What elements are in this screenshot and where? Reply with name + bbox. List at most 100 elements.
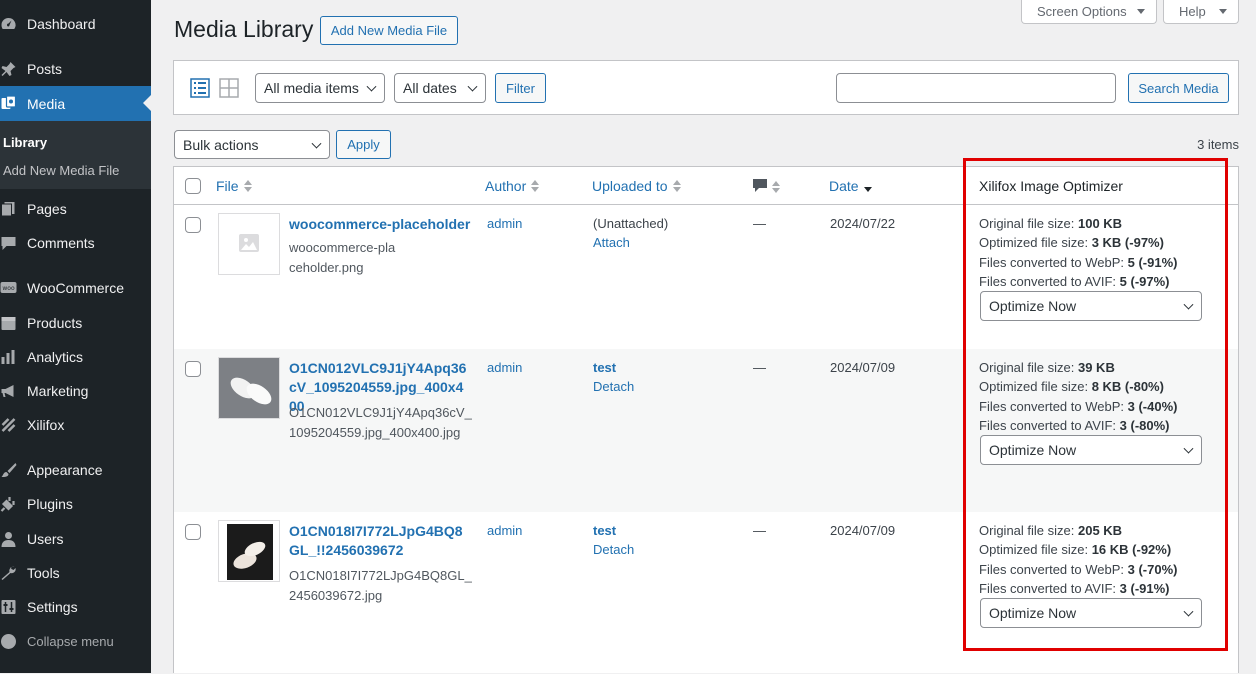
row-checkbox[interactable]	[185, 217, 201, 233]
sort-icon	[772, 181, 780, 193]
date-select[interactable]: All dates	[394, 73, 486, 103]
detach-link[interactable]: Detach	[593, 540, 634, 559]
pages-icon	[1, 202, 15, 217]
shoe-image	[219, 521, 279, 581]
column-xilifox-optimizer: Xilifox Image Optimizer	[979, 178, 1123, 194]
avif-line: Files converted to AVIF: 5 (-97%)	[979, 272, 1219, 291]
placeholder-thumbnail[interactable]	[218, 213, 280, 275]
menu-label: Appearance	[27, 462, 103, 478]
webp-value: 3 (-70%)	[1127, 561, 1178, 577]
author-link[interactable]: admin	[487, 521, 522, 540]
menu-item-pages[interactable]: Pages	[0, 192, 151, 226]
optimized-size-line: Optimized file size: 8 KB (-80%)	[979, 377, 1219, 396]
menu-item-woocommerce[interactable]: woo WooCommerce	[0, 271, 151, 305]
menu-label: Tools	[27, 565, 60, 581]
column-comments[interactable]	[753, 179, 780, 195]
attach-link[interactable]: Attach	[593, 233, 630, 252]
avif-value: 3 (-91%)	[1119, 580, 1170, 596]
shoes-thumbnail[interactable]	[218, 357, 280, 419]
dashboard-icon	[1, 17, 16, 29]
list-view-icon[interactable]	[190, 78, 210, 98]
column-date[interactable]: Date	[829, 178, 872, 194]
table-row: woocommerce-placeholder woocommerce-plac…	[174, 205, 1238, 349]
brush-icon	[1, 463, 17, 477]
table-row: O1CN018I7I772LJpG4BQ8GL_!!2456039672 O1C…	[174, 512, 1238, 674]
shoes-thumbnail[interactable]	[218, 520, 280, 582]
upload-date: 2024/07/09	[830, 523, 896, 538]
add-new-media-button[interactable]: Add New Media File	[320, 16, 458, 45]
optimizer-stats: Original file size: 39 KB Optimized file…	[979, 358, 1219, 435]
column-uploaded-to[interactable]: Uploaded to	[592, 178, 681, 194]
sort-desc-icon	[863, 180, 872, 192]
apply-button[interactable]: Apply	[336, 130, 391, 159]
comments-icon	[1, 237, 16, 250]
media-table: File Author Uploaded to Date Xilifox Ima…	[173, 166, 1239, 673]
column-author[interactable]: Author	[485, 178, 540, 194]
menu-item-tools[interactable]: Tools	[0, 556, 151, 590]
menu-item-appearance[interactable]: Appearance	[0, 453, 151, 487]
avif-line: Files converted to AVIF: 3 (-91%)	[979, 579, 1219, 598]
search-media-button[interactable]: Search Media	[1128, 73, 1229, 103]
menu-item-comments[interactable]: Comments	[0, 226, 151, 260]
column-date-label: Date	[829, 178, 859, 194]
optimize-now-select[interactable]: Optimize Now	[980, 291, 1202, 321]
uploaded-to-link[interactable]: test	[593, 521, 616, 540]
media-title-link[interactable]: O1CN018I7I772LJpG4BQ8GL_!!2456039672	[289, 522, 471, 560]
menu-item-users[interactable]: Users	[0, 522, 151, 556]
menu-item-analytics[interactable]: Analytics	[0, 340, 151, 374]
media-filename: O1CN018I7I772LJpG4BQ8GL_2456039672.jpg	[289, 568, 472, 603]
help-button[interactable]: Help	[1163, 0, 1239, 24]
menu-item-dashboard[interactable]: Dashboard	[0, 7, 151, 41]
menu-item-plugins[interactable]: Plugins	[0, 487, 151, 521]
filter-button[interactable]: Filter	[495, 73, 546, 103]
detach-link[interactable]: Detach	[593, 377, 634, 396]
menu-label: WooCommerce	[27, 280, 124, 296]
avif-value: 3 (-80%)	[1119, 417, 1170, 433]
column-file[interactable]: File	[216, 178, 252, 194]
menu-label: Media	[27, 95, 66, 112]
webp-line: Files converted to WebP: 3 (-40%)	[979, 397, 1219, 416]
submenu-add-new-media-file[interactable]: Add New Media File	[3, 163, 119, 178]
menu-label: Analytics	[27, 349, 84, 365]
search-input[interactable]	[836, 73, 1116, 103]
screen-options-label: Screen Options	[1037, 4, 1127, 19]
row-checkbox[interactable]	[185, 361, 201, 377]
svg-text:woo: woo	[2, 285, 15, 292]
menu-item-media[interactable]: Media	[0, 86, 151, 121]
menu-item-posts[interactable]: Posts	[0, 52, 151, 86]
chevron-down-icon	[311, 138, 322, 149]
wrench-icon	[1, 566, 16, 580]
author-link[interactable]: admin	[487, 214, 522, 233]
optimized-size-value: 16 KB (-92%)	[1091, 542, 1172, 558]
menu-label: Pages	[27, 201, 67, 217]
select-all-checkbox[interactable]	[185, 178, 201, 194]
grid-view-icon[interactable]	[219, 78, 239, 98]
menu-item-settings[interactable]: Settings	[0, 590, 151, 624]
optimizer-stats: Original file size: 100 KB Optimized fil…	[979, 214, 1219, 291]
webp-value: 3 (-40%)	[1127, 398, 1178, 414]
row-checkbox[interactable]	[185, 524, 201, 540]
media-type-select[interactable]: All media items	[255, 73, 385, 103]
optimize-now-select[interactable]: Optimize Now	[980, 598, 1202, 628]
shoe-image	[219, 358, 279, 418]
bulk-actions-select[interactable]: Bulk actions	[174, 130, 330, 159]
webp-line: Files converted to WebP: 5 (-91%)	[979, 253, 1219, 272]
author-link[interactable]: admin	[487, 358, 522, 377]
menu-item-marketing[interactable]: Marketing	[0, 374, 151, 408]
submenu-library[interactable]: Library	[3, 135, 47, 150]
menu-label: Settings	[27, 599, 78, 615]
media-title-link[interactable]: woocommerce-placeholder	[289, 215, 471, 234]
original-size-value: 205 KB	[1077, 523, 1123, 538]
menu-label: Posts	[27, 61, 63, 77]
uploaded-to-link[interactable]: test	[593, 358, 616, 377]
media-filename: woocommerce-placeholder.png	[289, 240, 396, 275]
optimizer-stats: Original file size: 205 KB Optimized fil…	[979, 521, 1219, 598]
screen-options-button[interactable]: Screen Options	[1021, 0, 1157, 24]
optimize-now-select[interactable]: Optimize Now	[980, 435, 1202, 465]
menu-item-xilifox[interactable]: Xilifox	[0, 408, 151, 442]
original-size-line: Original file size: 39 KB	[979, 358, 1219, 377]
menu-item-products[interactable]: Products	[0, 306, 151, 340]
collapse-menu-button[interactable]: Collapse menu	[0, 624, 151, 658]
items-count: 3 items	[1197, 137, 1239, 152]
products-icon	[1, 317, 16, 330]
